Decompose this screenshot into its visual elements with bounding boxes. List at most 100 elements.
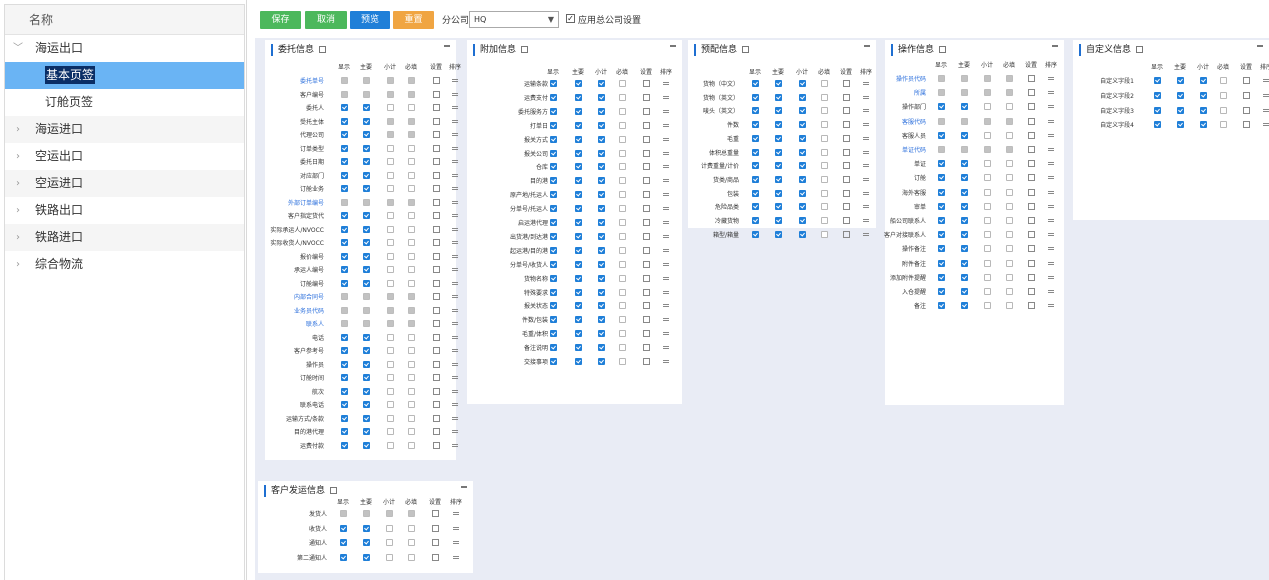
- edit-icon[interactable]: [1243, 92, 1250, 99]
- field-checkbox[interactable]: [575, 289, 582, 296]
- edit-icon[interactable]: [433, 131, 440, 138]
- field-checkbox[interactable]: [408, 428, 415, 435]
- field-checkbox[interactable]: [961, 302, 968, 309]
- field-checkbox[interactable]: [598, 163, 605, 170]
- field-checkbox[interactable]: [363, 347, 370, 354]
- field-checkbox[interactable]: [598, 358, 605, 365]
- field-checkbox[interactable]: [575, 358, 582, 365]
- drag-handle-icon[interactable]: [663, 193, 669, 194]
- field-checkbox[interactable]: [1177, 121, 1184, 128]
- field-checkbox[interactable]: [550, 275, 557, 282]
- field-checkbox[interactable]: [408, 185, 415, 192]
- field-checkbox[interactable]: [598, 247, 605, 254]
- field-checkbox[interactable]: [598, 205, 605, 212]
- field-checkbox[interactable]: [387, 266, 394, 273]
- field-checkbox[interactable]: [775, 135, 782, 142]
- field-checkbox[interactable]: [598, 330, 605, 337]
- edit-icon[interactable]: [432, 525, 439, 532]
- drag-handle-icon[interactable]: [663, 110, 669, 111]
- field-checkbox[interactable]: [938, 203, 945, 210]
- drag-handle-icon[interactable]: [663, 360, 669, 361]
- field-label[interactable]: 操作员代码: [896, 74, 926, 83]
- field-checkbox[interactable]: [575, 136, 582, 143]
- field-checkbox[interactable]: [619, 344, 626, 351]
- field-checkbox[interactable]: [550, 316, 557, 323]
- drag-handle-icon[interactable]: [863, 82, 869, 83]
- edit-icon[interactable]: [643, 94, 650, 101]
- field-checkbox[interactable]: [408, 442, 415, 449]
- edit-icon[interactable]: [433, 158, 440, 165]
- field-checkbox[interactable]: [821, 135, 828, 142]
- edit-icon[interactable]: [1028, 146, 1035, 153]
- field-checkbox[interactable]: [619, 80, 626, 87]
- field-checkbox[interactable]: [387, 172, 394, 179]
- field-checkbox[interactable]: [938, 260, 945, 267]
- field-checkbox[interactable]: [387, 239, 394, 246]
- field-checkbox[interactable]: [775, 176, 782, 183]
- drag-handle-icon[interactable]: [1048, 247, 1054, 248]
- field-checkbox[interactable]: [752, 162, 759, 169]
- field-checkbox[interactable]: [598, 219, 605, 226]
- edit-icon[interactable]: [1028, 132, 1035, 139]
- field-checkbox[interactable]: [387, 374, 394, 381]
- field-checkbox[interactable]: [984, 217, 991, 224]
- field-checkbox[interactable]: [821, 149, 828, 156]
- field-checkbox[interactable]: [598, 316, 605, 323]
- field-checkbox[interactable]: [341, 347, 348, 354]
- field-checkbox[interactable]: [938, 160, 945, 167]
- field-checkbox[interactable]: [363, 172, 370, 179]
- edit-icon[interactable]: [433, 374, 440, 381]
- field-checkbox[interactable]: [363, 104, 370, 111]
- field-checkbox[interactable]: [575, 191, 582, 198]
- field-checkbox[interactable]: [550, 108, 557, 115]
- edit-icon[interactable]: [643, 358, 650, 365]
- edit-icon[interactable]: [643, 177, 650, 184]
- field-checkbox[interactable]: [799, 121, 806, 128]
- field-checkbox[interactable]: [821, 176, 828, 183]
- field-checkbox[interactable]: [1006, 245, 1013, 252]
- field-checkbox[interactable]: [1006, 260, 1013, 267]
- edit-icon[interactable]: [319, 46, 327, 53]
- field-checkbox[interactable]: [619, 219, 626, 226]
- field-checkbox[interactable]: [799, 231, 806, 238]
- field-checkbox[interactable]: [341, 172, 348, 179]
- drag-handle-icon[interactable]: [1263, 123, 1269, 124]
- field-checkbox[interactable]: [575, 330, 582, 337]
- field-label[interactable]: 内部合同号: [294, 292, 324, 301]
- field-checkbox[interactable]: [550, 80, 557, 87]
- drag-handle-icon[interactable]: [452, 444, 458, 445]
- field-checkbox[interactable]: [598, 302, 605, 309]
- edit-icon[interactable]: [1028, 160, 1035, 167]
- field-checkbox[interactable]: [598, 275, 605, 282]
- drag-handle-icon[interactable]: [663, 152, 669, 153]
- chevron-right-icon[interactable]: ›: [13, 116, 23, 143]
- field-checkbox[interactable]: [1006, 132, 1013, 139]
- drag-handle-icon[interactable]: [452, 403, 458, 404]
- field-checkbox[interactable]: [550, 289, 557, 296]
- edit-icon[interactable]: [643, 80, 650, 87]
- field-checkbox[interactable]: [619, 302, 626, 309]
- drag-handle-icon[interactable]: [453, 556, 459, 557]
- field-checkbox[interactable]: [821, 231, 828, 238]
- field-checkbox[interactable]: [961, 174, 968, 181]
- drag-handle-icon[interactable]: [663, 346, 669, 347]
- drag-handle-icon[interactable]: [1263, 79, 1269, 80]
- edit-icon[interactable]: [433, 91, 440, 98]
- field-checkbox[interactable]: [799, 94, 806, 101]
- edit-icon[interactable]: [643, 247, 650, 254]
- field-checkbox[interactable]: [775, 190, 782, 197]
- field-checkbox[interactable]: [938, 132, 945, 139]
- field-checkbox[interactable]: [984, 189, 991, 196]
- drag-handle-icon[interactable]: [663, 96, 669, 97]
- edit-icon[interactable]: [1028, 103, 1035, 110]
- field-checkbox[interactable]: [341, 158, 348, 165]
- field-checkbox[interactable]: [984, 274, 991, 281]
- collapse-icon[interactable]: [461, 486, 467, 488]
- field-checkbox[interactable]: [752, 80, 759, 87]
- field-checkbox[interactable]: [550, 247, 557, 254]
- edit-icon[interactable]: [432, 510, 439, 517]
- field-checkbox[interactable]: [340, 525, 347, 532]
- edit-icon[interactable]: [433, 347, 440, 354]
- edit-icon[interactable]: [433, 266, 440, 273]
- drag-handle-icon[interactable]: [1048, 134, 1054, 135]
